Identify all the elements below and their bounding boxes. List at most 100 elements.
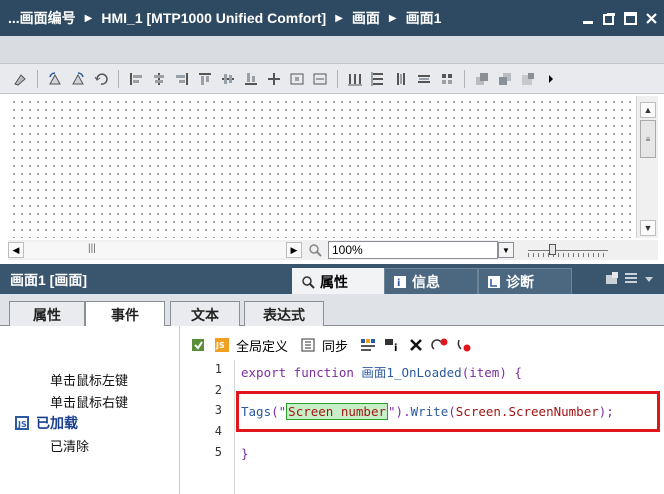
send-to-back-icon[interactable]: [495, 69, 515, 89]
subtab-expressions[interactable]: 表达式: [244, 301, 324, 327]
center-vertical-icon[interactable]: [310, 69, 330, 89]
object-title: 画面1 [画面]: [10, 272, 87, 288]
code-line-1[interactable]: export function 画面1_OnLoaded(item) {: [241, 362, 522, 381]
event-item-left-click[interactable]: 单击鼠标左键: [50, 370, 128, 389]
rotate-left-icon[interactable]: [45, 69, 65, 89]
align-right-icon[interactable]: [172, 69, 192, 89]
subtab-events-label: 事件: [111, 307, 139, 323]
svg-text:JS: JS: [215, 341, 225, 350]
restore-icon[interactable]: [602, 11, 616, 25]
event-item-loaded[interactable]: JS 已加载: [14, 413, 78, 433]
line-number: 3: [214, 403, 222, 417]
info-icon: i: [394, 275, 406, 289]
rotate-right-icon[interactable]: [68, 69, 88, 89]
event-item-cleared[interactable]: 已清除: [50, 436, 89, 455]
line-number: 2: [214, 383, 222, 397]
line-number: 1: [214, 362, 222, 376]
panel-layout-icon[interactable]: [606, 272, 618, 287]
zoom-magnifier-icon[interactable]: [302, 242, 328, 258]
scroll-left-icon[interactable]: ◀: [8, 242, 24, 258]
script-icon: JS: [15, 416, 29, 430]
code-function-args: (item) {: [461, 365, 522, 380]
subtab-properties[interactable]: 属性: [9, 301, 85, 327]
close-icon[interactable]: [644, 11, 658, 25]
syntax-check-icon[interactable]: [430, 335, 450, 355]
inspector-subtabs: 属性 事件 文本 表达式: [0, 294, 664, 328]
event-list: 单击鼠标左键 单击鼠标右键 JS 已加载 已清除: [6, 326, 180, 494]
same-height-icon[interactable]: [391, 69, 411, 89]
sync-icon[interactable]: [298, 335, 318, 355]
zoom-dropdown-icon[interactable]: ▼: [498, 242, 514, 258]
distribute-vertical-icon[interactable]: [368, 69, 388, 89]
scroll-down-icon[interactable]: ▼: [640, 220, 656, 236]
empty-toolbar: [0, 36, 664, 64]
subtab-texts[interactable]: 文本: [170, 301, 240, 327]
svg-text:i: i: [394, 343, 397, 353]
same-width-icon[interactable]: [414, 69, 434, 89]
toolbar-separator: [337, 69, 338, 88]
distribute-horizontal-icon[interactable]: [345, 69, 365, 89]
scroll-thumb[interactable]: ≡: [640, 120, 656, 158]
breadcrumb-item-3[interactable]: 画面1: [406, 8, 442, 28]
maximize-icon[interactable]: [623, 11, 637, 25]
subtab-events[interactable]: 事件: [85, 301, 165, 328]
screen-canvas[interactable]: [8, 96, 634, 238]
line-number-gutter: 1 2 3 4 5: [180, 360, 235, 494]
zoom-slider[interactable]: [524, 242, 624, 258]
inspector-header: 画面1 [画面] 属性 i 信息 诊断: [0, 264, 664, 294]
scroll-up-icon[interactable]: ▲: [640, 102, 656, 118]
horizontal-scrollbar[interactable]: |||: [24, 242, 286, 258]
align-middle-icon[interactable]: [218, 69, 238, 89]
toolbar-separator: [118, 69, 119, 88]
global-definition-button[interactable]: 全局定义: [236, 336, 288, 355]
forward-icon[interactable]: [518, 69, 538, 89]
scroll-right-icon[interactable]: ▶: [286, 242, 302, 258]
snippets-icon[interactable]: [358, 335, 378, 355]
zoom-input[interactable]: 100%: [328, 241, 498, 259]
line-number: 4: [214, 424, 222, 438]
center-icon[interactable]: [264, 69, 284, 89]
align-left-icon[interactable]: [126, 69, 146, 89]
debug-icon[interactable]: [454, 335, 474, 355]
sync-button[interactable]: 同步: [322, 336, 348, 355]
breadcrumb-separator-icon: ▶: [388, 12, 397, 24]
canvas-status-bar: ◀ ||| ▶ 100% ▼: [8, 240, 658, 260]
insert-info-icon[interactable]: i: [382, 335, 402, 355]
flip-icon[interactable]: [91, 69, 111, 89]
breadcrumb-item-2[interactable]: 画面: [352, 8, 380, 28]
panel-list-icon[interactable]: [624, 272, 638, 287]
tab-properties-label: 属性: [320, 273, 348, 290]
svg-text:JS: JS: [17, 420, 27, 429]
zoom-slider-thumb[interactable]: [549, 244, 556, 255]
diagnostics-icon: [488, 275, 500, 288]
breadcrumb-separator-icon: ▶: [335, 12, 343, 24]
svg-text:i: i: [397, 278, 400, 289]
subtab-texts-label: 文本: [191, 306, 219, 323]
vertical-scrollbar[interactable]: ▲ ≡ ▼: [636, 96, 658, 238]
event-item-right-click[interactable]: 单击鼠标右键: [50, 392, 128, 411]
same-size-icon[interactable]: [437, 69, 457, 89]
code-line-5[interactable]: }: [241, 446, 249, 461]
format-painter-icon[interactable]: [10, 69, 30, 89]
toolbar-separator: [464, 69, 465, 88]
global-definition-icon[interactable]: JS: [212, 335, 232, 355]
delete-icon[interactable]: [406, 335, 426, 355]
properties-icon: [302, 275, 315, 289]
tab-properties[interactable]: 属性: [292, 268, 384, 294]
zoom-value: 100%: [332, 243, 363, 257]
minimize-icon[interactable]: [581, 11, 595, 25]
convert-function-icon[interactable]: [188, 335, 208, 355]
tab-info[interactable]: i 信息: [384, 268, 478, 294]
scroll-grip-icon[interactable]: |||: [88, 243, 96, 254]
align-bottom-icon[interactable]: [241, 69, 261, 89]
tab-diagnostics-label: 诊断: [506, 273, 534, 290]
panel-dropdown-icon[interactable]: [644, 273, 654, 287]
tab-diagnostics[interactable]: 诊断: [478, 268, 572, 294]
align-center-icon[interactable]: [149, 69, 169, 89]
breadcrumb-item-0[interactable]: ...画面编号: [8, 8, 76, 28]
center-horizontal-icon[interactable]: [287, 69, 307, 89]
bring-to-front-icon[interactable]: [472, 69, 492, 89]
breadcrumb-item-1[interactable]: HMI_1 [MTP1000 Unified Comfort]: [101, 10, 326, 26]
align-top-icon[interactable]: [195, 69, 215, 89]
more-tools-icon[interactable]: [541, 69, 561, 89]
